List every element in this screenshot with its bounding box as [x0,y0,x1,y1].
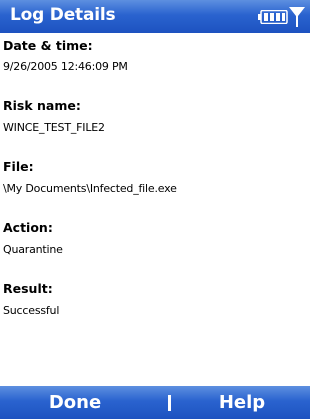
log-details-content: Date & time: 9/26/2005 12:46:09 PM Risk … [3,34,310,320]
battery-icon[interactable] [258,10,288,24]
page-title: Log Details [10,5,116,25]
date-time-label: Date & time: [3,38,93,53]
menu-bar: Done Help [0,386,310,419]
date-time-value: 9/26/2005 12:46:09 PM [3,60,128,73]
file-label: File: [3,159,34,174]
result-value: Successful [3,304,60,317]
help-softkey[interactable]: Help [174,386,310,419]
status-icons[interactable] [236,6,306,28]
softkey-divider [168,395,171,411]
result-label: Result: [3,281,53,296]
risk-name-field: Risk name: WINCE_TEST_FILE2 [3,97,310,137]
file-value: \My Documents\Infected_file.exe [3,182,177,195]
risk-name-value: WINCE_TEST_FILE2 [3,121,105,134]
title-bar: Log Details [0,0,310,33]
done-softkey[interactable]: Done [0,386,150,419]
result-field: Result: Successful [3,280,310,320]
action-field: Action: Quarantine [3,219,310,259]
action-value: Quarantine [3,243,63,256]
action-label: Action: [3,220,53,235]
file-field: File: \My Documents\Infected_file.exe [3,158,310,198]
date-time-field: Date & time: 9/26/2005 12:46:09 PM [3,37,310,76]
risk-name-label: Risk name: [3,98,81,113]
signal-icon[interactable] [288,6,306,28]
